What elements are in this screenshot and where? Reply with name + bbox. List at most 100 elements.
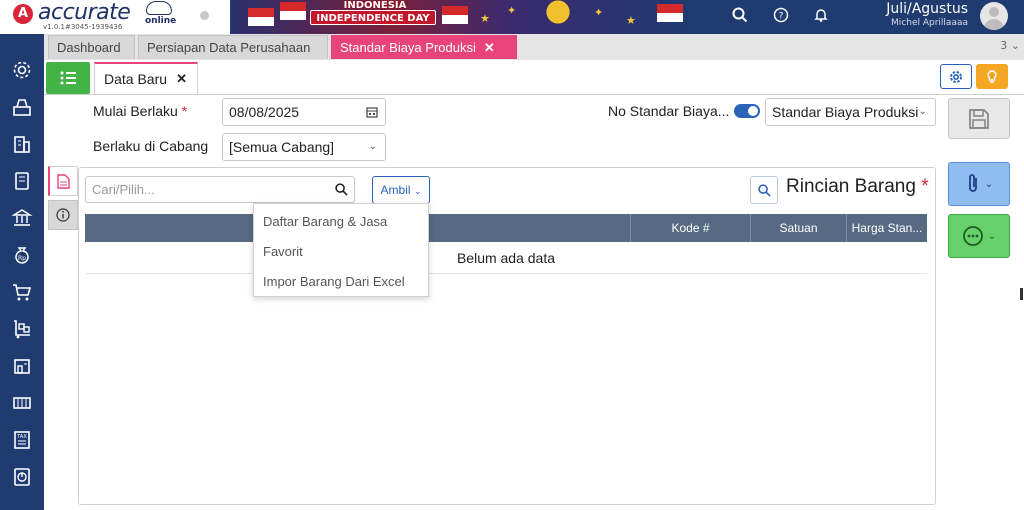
inbox-tray-icon[interactable] bbox=[8, 93, 36, 121]
cabang-label: Berlaku di Cabang bbox=[93, 138, 209, 154]
doc-tab-data-baru[interactable]: Data Baru ✕ bbox=[94, 62, 198, 95]
no-standar-value: Standar Biaya Produksi bbox=[772, 104, 919, 120]
logo-sub: online bbox=[145, 16, 177, 26]
search-icon[interactable] bbox=[731, 7, 749, 25]
gear-icon[interactable] bbox=[8, 56, 36, 84]
period-label[interactable]: Juli/Agustus bbox=[886, 1, 968, 17]
tab-persiapan-data[interactable]: Persiapan Data Perusahaan bbox=[138, 35, 328, 59]
module-tab-bar: Dashboard Persiapan Data Perusahaan Stan… bbox=[44, 34, 1024, 60]
building-icon[interactable] bbox=[8, 130, 36, 158]
search-icon bbox=[757, 183, 771, 197]
tips-button[interactable] bbox=[976, 64, 1008, 89]
star-icon: ★ bbox=[626, 14, 636, 27]
required-marker: * bbox=[921, 176, 929, 197]
tax-report-icon[interactable]: TAX bbox=[8, 426, 36, 454]
avatar[interactable] bbox=[980, 2, 1008, 30]
banner-subtitle: INDEPENDENCE DAY bbox=[310, 10, 436, 25]
tab-label: Standar Biaya Produksi bbox=[340, 40, 476, 55]
svg-text:TAX: TAX bbox=[16, 434, 27, 440]
mulai-berlaku-label: Mulai Berlaku * bbox=[93, 103, 187, 119]
cabang-select[interactable]: [Semua Cabang] ⌄ bbox=[222, 133, 386, 161]
paperclip-icon bbox=[968, 174, 977, 192]
ambil-dropdown-button[interactable]: Ambil ⌄ bbox=[372, 176, 430, 204]
chevron-down-icon: ⌄ bbox=[918, 106, 927, 117]
no-standar-select[interactable]: Standar Biaya Produksi ⌄ bbox=[765, 98, 936, 126]
help-icon[interactable]: ? bbox=[772, 7, 790, 25]
ledger-icon[interactable] bbox=[8, 167, 36, 195]
user-name: Michel Aprillaaaa bbox=[891, 18, 968, 28]
top-header: A accurate online v1.0.1#3045-1939436 IN… bbox=[0, 0, 1024, 34]
tab-count[interactable]: 3 ⌄ bbox=[1000, 39, 1020, 52]
find-button[interactable] bbox=[750, 176, 778, 204]
accurate-logo-mark: A bbox=[13, 4, 33, 24]
column-header-satuan[interactable]: Satuan bbox=[750, 214, 846, 242]
mulai-berlaku-text: Mulai Berlaku bbox=[93, 103, 178, 119]
gear-icon bbox=[950, 70, 962, 83]
menu-item-impor-excel[interactable]: Impor Barang Dari Excel bbox=[263, 274, 405, 289]
tab-dashboard[interactable]: Dashboard bbox=[48, 35, 135, 59]
info-icon bbox=[56, 208, 70, 222]
list-view-button[interactable] bbox=[46, 62, 90, 94]
garuda-emblem-icon bbox=[540, 0, 576, 30]
svg-text:Rp: Rp bbox=[18, 255, 26, 262]
tab-rincian-barang[interactable] bbox=[48, 166, 78, 196]
auto-number-toggle[interactable] bbox=[734, 104, 760, 118]
close-tab-icon[interactable]: ✕ bbox=[484, 40, 495, 55]
mulai-berlaku-date-input[interactable]: 08/08/2025 bbox=[222, 98, 386, 126]
warehouse-icon[interactable] bbox=[8, 352, 36, 380]
star-icon: ✦ bbox=[507, 4, 517, 17]
search-icon[interactable] bbox=[335, 177, 348, 204]
tab-info[interactable] bbox=[48, 200, 78, 230]
column-header-harga[interactable]: Harga Stan... bbox=[846, 214, 927, 242]
lightbulb-icon bbox=[987, 69, 997, 83]
close-icon[interactable]: ✕ bbox=[176, 64, 187, 94]
calendar-icon bbox=[366, 107, 378, 118]
logo-area[interactable]: A accurate online v1.0.1#3045-1939436 bbox=[0, 0, 230, 34]
flag-icon bbox=[248, 8, 274, 26]
star-icon: ✦ bbox=[594, 6, 604, 19]
money-bag-icon[interactable]: Rp bbox=[8, 241, 36, 269]
save-button[interactable] bbox=[948, 98, 1010, 139]
status-dot bbox=[200, 11, 209, 20]
menu-item-favorit[interactable]: Favorit bbox=[263, 244, 303, 259]
ambil-label: Ambil bbox=[380, 183, 411, 197]
chevron-down-icon: ⌄ bbox=[984, 178, 994, 190]
rincian-barang-title: Rincian Barang * bbox=[786, 176, 929, 198]
doc-tab-label: Data Baru bbox=[104, 71, 168, 87]
divider bbox=[44, 94, 1024, 95]
main-panel: Data Baru ✕ Mulai Berlaku * 08/08/2025 B… bbox=[44, 60, 1024, 510]
column-header-kode[interactable]: Kode # bbox=[630, 214, 750, 242]
flag-icon bbox=[280, 2, 306, 20]
trolley-icon[interactable] bbox=[8, 315, 36, 343]
scrollbar-handle[interactable] bbox=[1020, 288, 1023, 300]
empty-table-message: Belum ada data bbox=[85, 242, 927, 274]
ambil-dropdown-menu: Daftar Barang & Jasa Favorit Impor Baran… bbox=[253, 203, 429, 297]
cabang-value: [Semua Cabang] bbox=[229, 139, 335, 155]
dashboard-report-icon[interactable] bbox=[8, 463, 36, 491]
item-search-input[interactable]: Cari/Pilih... bbox=[85, 176, 355, 203]
mulai-berlaku-value: 08/08/2025 bbox=[229, 104, 300, 120]
required-marker: * bbox=[181, 103, 188, 119]
logo-text: accurate bbox=[38, 0, 131, 25]
menu-item-daftar-barang[interactable]: Daftar Barang & Jasa bbox=[263, 214, 387, 229]
tab-count-value: 3 bbox=[1000, 39, 1008, 52]
list-icon bbox=[60, 71, 76, 85]
bank-icon[interactable] bbox=[8, 204, 36, 232]
bell-icon[interactable] bbox=[812, 7, 830, 25]
svg-text:?: ? bbox=[779, 12, 784, 22]
cloud-icon bbox=[146, 1, 172, 15]
no-standar-label: No Standar Biaya... bbox=[608, 103, 730, 119]
cart-icon[interactable] bbox=[8, 278, 36, 306]
attachment-button[interactable]: ⌄ bbox=[948, 162, 1010, 206]
chevron-down-icon: ⌄ bbox=[368, 141, 377, 152]
factory-icon[interactable] bbox=[8, 389, 36, 417]
search-placeholder: Cari/Pilih... bbox=[92, 182, 155, 197]
app-version: v1.0.1#3045-1939436 bbox=[43, 23, 123, 31]
star-icon: ★ bbox=[480, 12, 490, 25]
settings-button[interactable] bbox=[940, 64, 972, 89]
rincian-title-text: Rincian Barang bbox=[786, 176, 916, 197]
sidebar: Rp TAX bbox=[0, 34, 44, 510]
flag-icon bbox=[442, 6, 468, 24]
more-actions-button[interactable]: ⌄ bbox=[948, 214, 1010, 258]
tab-standar-biaya-produksi[interactable]: Standar Biaya Produksi ✕ bbox=[331, 35, 517, 59]
